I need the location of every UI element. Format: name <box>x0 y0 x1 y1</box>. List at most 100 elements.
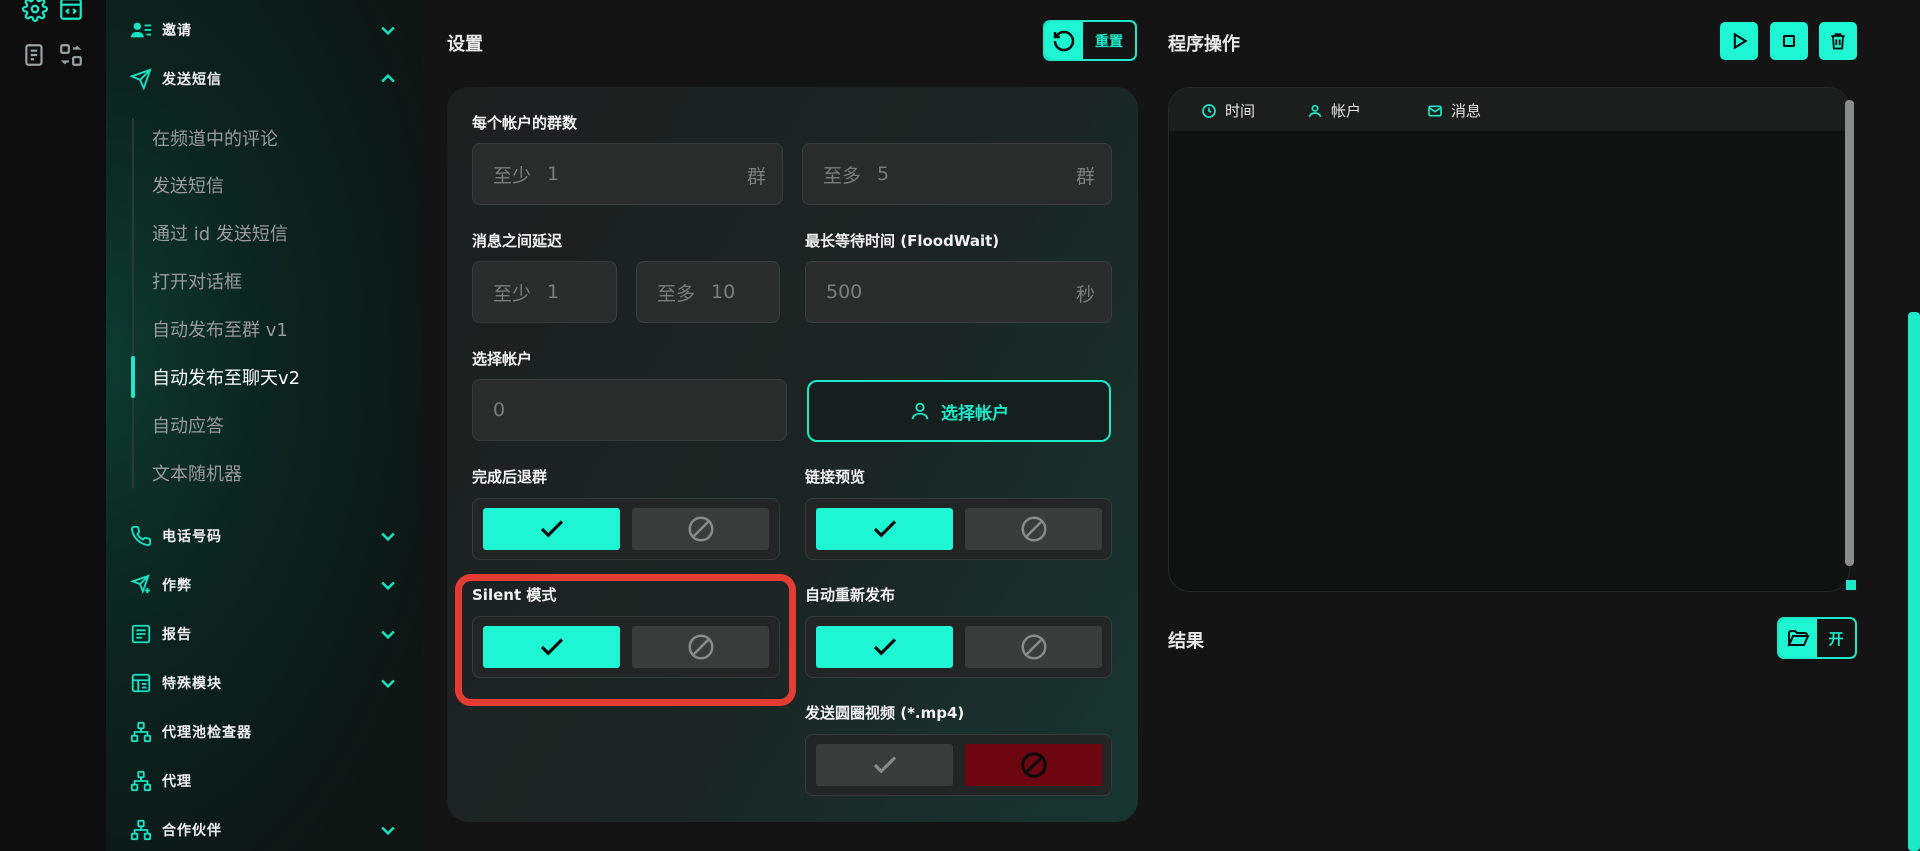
results-title: 结果 <box>1168 631 1204 652</box>
chevron-down-icon[interactable] <box>378 820 398 840</box>
log-column-account: 帐户 <box>1307 100 1361 121</box>
check-icon <box>870 514 900 544</box>
delay-max-input[interactable]: 至多 10 <box>636 261 780 323</box>
settings-title: 设置 <box>447 34 483 55</box>
chevron-up-icon[interactable] <box>378 69 398 89</box>
operations-title: 程序操作 <box>1168 34 1240 55</box>
report-icon <box>130 623 152 645</box>
log-column-time: 时间 <box>1201 100 1255 121</box>
log-column-label: 帐户 <box>1331 102 1362 120</box>
sidebar-item-partners[interactable]: 合作伙伴 <box>130 812 398 848</box>
groups-min-suffix: 群 <box>746 166 766 188</box>
choose-accounts-label: 选择帐户 <box>941 403 1009 424</box>
reset-label: 重置 <box>1095 33 1123 50</box>
sidebar-item-send-sms[interactable]: 发送短信 <box>130 61 398 97</box>
disable-button[interactable] <box>965 626 1102 668</box>
submenu-item-channel-comments[interactable]: 在频道中的评论 <box>152 120 278 156</box>
groups-max-value: 5 <box>877 163 890 185</box>
resize-handle[interactable] <box>1846 580 1856 590</box>
circle-video-toggle <box>805 734 1112 796</box>
enable-button[interactable] <box>483 508 620 550</box>
submenu-item-open-dialog[interactable]: 打开对话框 <box>152 263 242 299</box>
gear-icon[interactable] <box>22 0 48 22</box>
chevron-down-icon[interactable] <box>378 624 398 644</box>
code-window-icon[interactable] <box>58 0 84 22</box>
phone-icon <box>130 525 152 547</box>
sidebar-item-special-modules[interactable]: 特殊模块 <box>130 665 398 701</box>
sidebar-item-label: 邀请 <box>162 23 192 39</box>
clock-icon <box>1201 103 1225 119</box>
log-header: 时间 帐户 消息 <box>1169 88 1847 131</box>
disable-button[interactable] <box>965 744 1102 786</box>
chevron-down-icon[interactable] <box>378 575 398 595</box>
log-column-label: 消息 <box>1451 102 1482 120</box>
sidebar-item-phone[interactable]: 电话号码 <box>130 518 398 554</box>
switch-icon[interactable] <box>58 42 84 68</box>
play-icon <box>1729 31 1749 51</box>
start-button[interactable] <box>1720 22 1758 60</box>
sidebar-item-label: 合作伙伴 <box>162 823 222 839</box>
sidebar-item-label: 报告 <box>162 627 192 643</box>
enable-button[interactable] <box>816 744 953 786</box>
stop-button[interactable] <box>1770 22 1808 60</box>
sidebar-item-proxy-checker[interactable]: 代理池检查器 <box>130 714 398 750</box>
submenu-item-autoreply[interactable]: 自动应答 <box>152 407 224 443</box>
delay-max-value: 10 <box>711 281 736 303</box>
submenu-item-send-sms[interactable]: 发送短信 <box>152 167 224 203</box>
reset-button[interactable]: 重置 <box>1043 20 1137 61</box>
network-icon <box>130 721 152 743</box>
delay-min-input[interactable]: 至少 1 <box>472 261 617 323</box>
module-icon <box>130 672 152 694</box>
groups-min-input[interactable]: 至少 1 群 <box>472 143 783 205</box>
check-icon <box>870 750 900 780</box>
send-plus-icon <box>130 574 152 596</box>
document-list-icon[interactable] <box>22 42 48 68</box>
silent-mode-highlight <box>455 574 796 706</box>
submenu-item-autopost-v2[interactable]: 自动发布至聊天v2 <box>152 359 300 395</box>
sidebar-item-label: 作弊 <box>162 578 192 594</box>
min-prefix: 至少 <box>493 164 532 187</box>
user-list-icon <box>130 19 152 41</box>
open-results-label: 开 <box>1828 629 1844 648</box>
enable-button[interactable] <box>816 508 953 550</box>
chevron-down-icon[interactable] <box>378 673 398 693</box>
leave-after-toggle <box>472 498 780 560</box>
ban-icon <box>1019 632 1049 662</box>
submenu-item-send-by-id[interactable]: 通过 id 发送短信 <box>152 215 288 251</box>
clear-button[interactable] <box>1819 22 1857 60</box>
log-scrollbar[interactable] <box>1845 100 1854 566</box>
flood-wait-input[interactable]: 500 秒 <box>805 261 1112 323</box>
sidebar-item-invite[interactable]: 邀请 <box>130 12 398 48</box>
submenu-item-text-randomizer[interactable]: 文本随机器 <box>152 455 242 491</box>
sidebar-item-proxy[interactable]: 代理 <box>130 763 398 799</box>
disable-button[interactable] <box>965 508 1102 550</box>
max-prefix: 至多 <box>823 164 862 187</box>
chevron-down-icon[interactable] <box>378 20 398 40</box>
enable-button[interactable] <box>816 626 953 668</box>
mail-icon <box>1427 103 1451 119</box>
submenu-item-autopost-v1[interactable]: 自动发布至群 v1 <box>152 311 288 347</box>
page-scrollbar[interactable] <box>1908 312 1920 851</box>
folder-open-icon <box>1779 619 1817 657</box>
disable-button[interactable] <box>632 508 769 550</box>
icon-rail <box>0 0 106 851</box>
sidebar-item-cheat[interactable]: 作弊 <box>130 567 398 603</box>
network-icon <box>130 819 152 841</box>
open-results-button[interactable]: 开 <box>1777 617 1857 659</box>
select-accounts-label: 选择帐户 <box>472 350 533 368</box>
sidebar-item-report[interactable]: 报告 <box>130 616 398 652</box>
ban-icon <box>1019 514 1049 544</box>
min-prefix: 至少 <box>493 282 532 305</box>
accounts-count-input[interactable]: 0 <box>472 379 787 441</box>
auto-repost-label: 自动重新发布 <box>805 586 896 604</box>
circle-video-label: 发送圆圈视频 (*.mp4) <box>805 704 965 722</box>
network-icon <box>130 770 152 792</box>
choose-accounts-button[interactable]: 选择帐户 <box>807 380 1111 442</box>
chevron-down-icon[interactable] <box>378 526 398 546</box>
log-column-message: 消息 <box>1427 100 1481 121</box>
ban-icon <box>1019 750 1049 780</box>
user-icon <box>909 400 941 422</box>
groups-max-input[interactable]: 至多 5 群 <box>802 143 1112 205</box>
submenu-line <box>132 118 134 488</box>
leave-after-label: 完成后退群 <box>472 468 548 486</box>
